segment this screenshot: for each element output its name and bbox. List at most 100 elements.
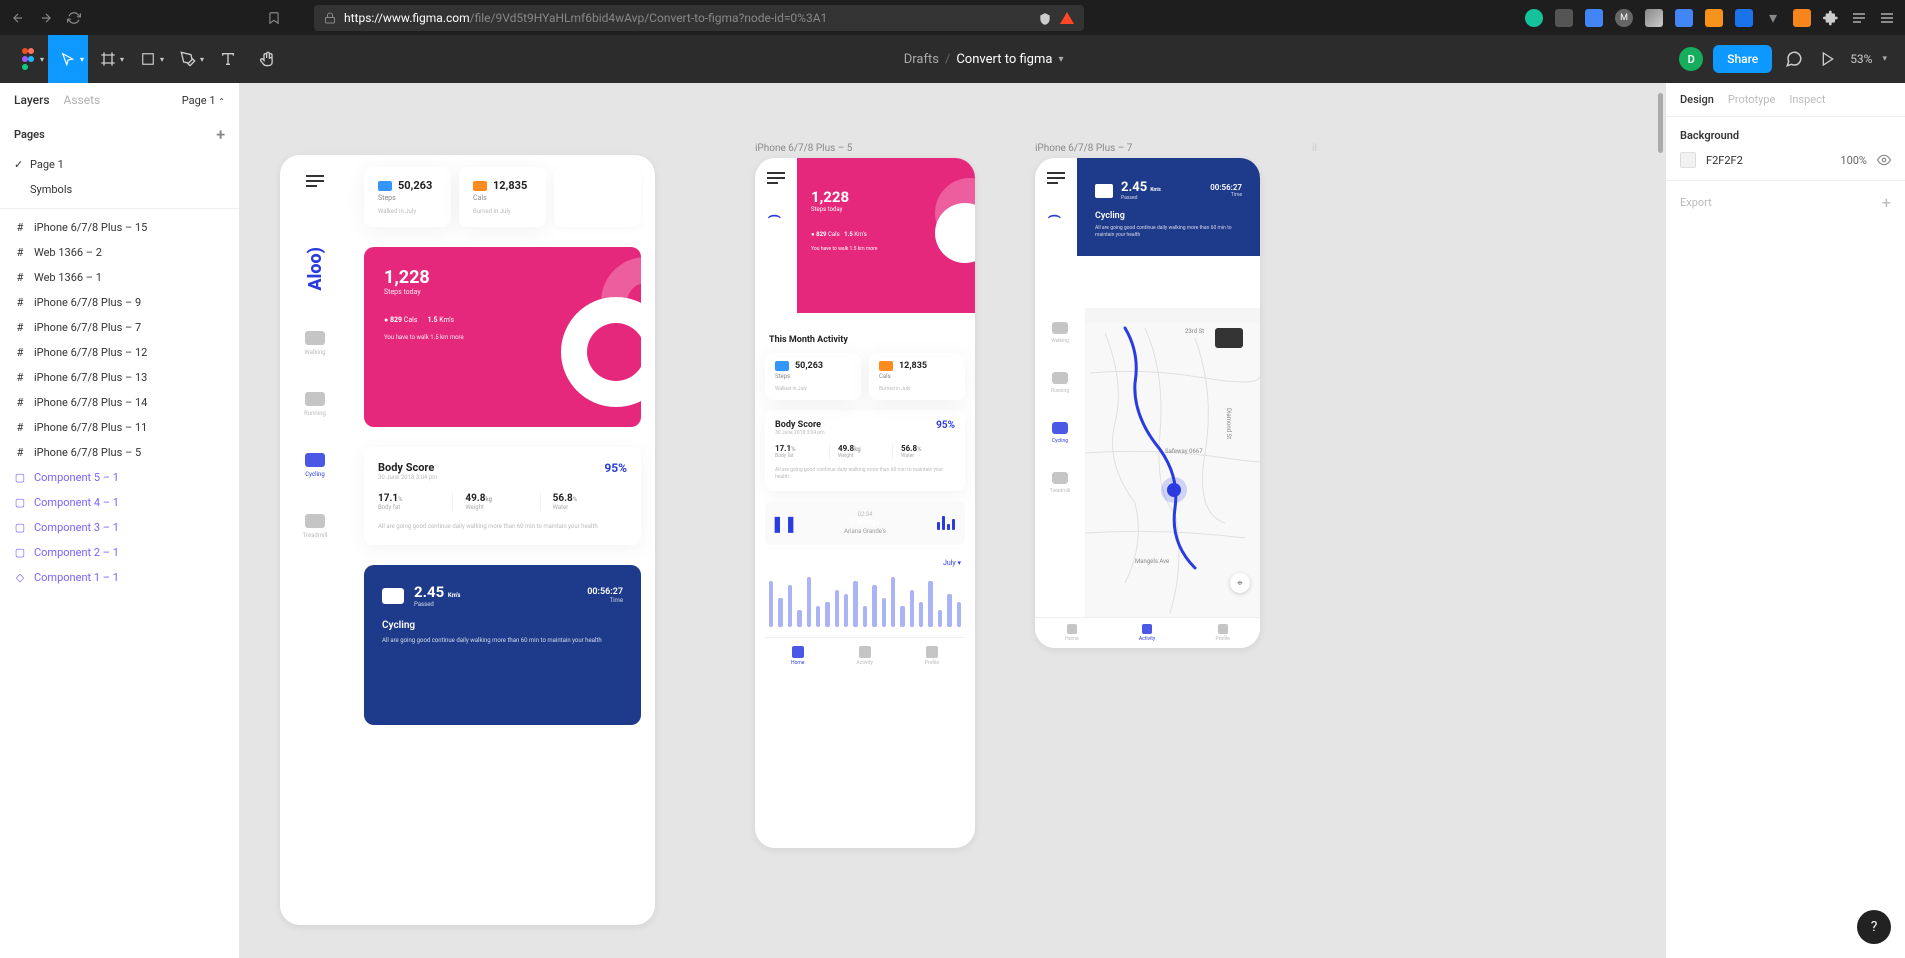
brave-shield-icon[interactable]	[1038, 11, 1052, 25]
back-button[interactable]	[10, 10, 26, 26]
layer-item[interactable]: ◇Component 1 – 1	[0, 565, 239, 590]
zoom-level[interactable]: 53%	[1850, 52, 1872, 66]
help-button[interactable]: ?	[1857, 910, 1891, 944]
body-score-card[interactable]: Body Score30 June 2018 3:04 pm 95% 17.1%…	[364, 447, 641, 545]
menu-button[interactable]	[1879, 10, 1895, 26]
map-area[interactable]: ⌖ 23rd St Safeway 0667 Mangels Ave Diamo…	[1085, 308, 1260, 648]
ext-icon-3[interactable]	[1585, 9, 1603, 27]
tabs-button[interactable]	[1851, 10, 1867, 26]
layer-item[interactable]: ▢Component 3 – 1	[0, 515, 239, 540]
tab-profile[interactable]: Profile	[925, 646, 939, 666]
ext-icon-8[interactable]	[1735, 9, 1753, 27]
tab-profile[interactable]: Profile	[1216, 624, 1230, 642]
layer-item[interactable]: #iPhone 6/7/8 Plus – 9	[0, 290, 239, 315]
cals-card[interactable]: 12,835 Cals Burned in July	[459, 167, 546, 227]
url-bar[interactable]: https://www.figma.com/file/9Vd5t9HYaHLmf…	[314, 5, 1084, 31]
tab-activity[interactable]: Activity	[856, 646, 872, 666]
music-player-card[interactable]: ❚❚ 02:34 7 Rings Ariana Grande's	[765, 501, 965, 545]
tab-activity[interactable]: Activity	[1139, 624, 1155, 642]
layers-tab[interactable]: Layers	[14, 93, 50, 107]
nav-walking[interactable]: Walking	[1051, 322, 1069, 344]
layer-item[interactable]: ▢Component 4 – 1	[0, 490, 239, 515]
artboard-mobile-5[interactable]: Aloo) 1,228 Steps today ● 829 Cals 1.5 K…	[755, 158, 975, 848]
steps-card[interactable]: 50,263 Steps Walked in July	[765, 353, 861, 400]
ext-icon-1[interactable]	[1525, 9, 1543, 27]
frame-label-7[interactable]: iPhone 6/7/8 Plus – 7	[1035, 143, 1132, 154]
ext-icon-10[interactable]	[1793, 9, 1811, 27]
drafts-label[interactable]: Drafts	[904, 52, 939, 67]
bg-color-swatch[interactable]	[1680, 152, 1696, 168]
frame-tool[interactable]: ▾	[88, 35, 128, 83]
ext-icon-7[interactable]	[1705, 9, 1723, 27]
file-name[interactable]: Convert to figma	[956, 52, 1052, 67]
reload-button[interactable]	[66, 10, 82, 26]
text-tool[interactable]	[208, 35, 248, 83]
ext-icon-5[interactable]	[1645, 9, 1663, 27]
frame-label-5[interactable]: iPhone 6/7/8 Plus – 5	[755, 143, 852, 154]
map-locate-button[interactable]: ⌖	[1230, 573, 1250, 593]
body-score-card[interactable]: Body Score30 June 2018 3:04 pm 95% 17.1%…	[765, 410, 965, 491]
present-button[interactable]	[1816, 47, 1840, 71]
layer-item[interactable]: #iPhone 6/7/8 Plus – 15	[0, 215, 239, 240]
ext-icon-6[interactable]	[1675, 9, 1693, 27]
layer-item[interactable]: #Web 1366 – 1	[0, 265, 239, 290]
layer-item[interactable]: #iPhone 6/7/8 Plus – 11	[0, 415, 239, 440]
nav-cycling[interactable]: Cycling	[1052, 422, 1068, 444]
page-item[interactable]: Page 1	[0, 152, 239, 177]
design-tab[interactable]: Design	[1680, 93, 1714, 106]
hand-tool[interactable]	[248, 35, 288, 83]
ext-icon-9[interactable]: ▾	[1765, 10, 1781, 26]
cals-card[interactable]: 12,835 Cals Burned in July	[869, 353, 965, 400]
move-tool[interactable]: ▾	[48, 35, 88, 83]
comments-button[interactable]	[1782, 47, 1806, 71]
prototype-tab[interactable]: Prototype	[1728, 93, 1775, 106]
extensions-button[interactable]	[1823, 10, 1839, 26]
add-page-button[interactable]: +	[216, 125, 225, 144]
layer-item[interactable]: #Web 1366 – 2	[0, 240, 239, 265]
pen-tool[interactable]: ▾	[168, 35, 208, 83]
menu-icon[interactable]	[1047, 172, 1065, 184]
pause-icon[interactable]: ❚❚	[775, 514, 793, 532]
layer-item[interactable]: ▢Component 5 – 1	[0, 465, 239, 490]
ext-icon-2[interactable]	[1555, 9, 1573, 27]
nav-cycling[interactable]: Cycling	[305, 453, 325, 478]
steps-hero-card[interactable]: 1,228 Steps today ● 829 Cals1.5 Km's You…	[364, 247, 641, 427]
user-avatar[interactable]: D	[1679, 47, 1703, 71]
cycling-card[interactable]: 2.45 Km'sPassed 00:56:27Time Cycling All…	[364, 565, 641, 725]
layer-item[interactable]: #iPhone 6/7/8 Plus – 12	[0, 340, 239, 365]
canvas-scrollbar[interactable]	[1658, 93, 1663, 153]
nav-running[interactable]: Running	[304, 392, 326, 417]
page-item[interactable]: Symbols	[0, 177, 239, 202]
nav-treadmill[interactable]: Treadmill	[1050, 472, 1071, 494]
timing-month-selector[interactable]: July ▾	[943, 559, 961, 569]
bg-opacity-value[interactable]: 100%	[1840, 154, 1867, 167]
zoom-chevron-icon[interactable]: ▾	[1882, 54, 1887, 64]
figma-menu-button[interactable]: ▾	[8, 35, 48, 83]
forward-button[interactable]	[38, 10, 54, 26]
layer-item[interactable]: #iPhone 6/7/8 Plus – 13	[0, 365, 239, 390]
nav-walking[interactable]: Walking	[304, 331, 325, 356]
ext-icon-4[interactable]: M	[1615, 9, 1633, 27]
brave-rewards-icon[interactable]	[1060, 12, 1074, 24]
file-chevron-icon[interactable]: ▾	[1058, 54, 1063, 65]
artboard-mobile-7[interactable]: Aloo) 2.45 Km'sPassed 00:56:27Time Cycli…	[1035, 158, 1260, 648]
add-export-button[interactable]: +	[1882, 193, 1891, 212]
layer-item[interactable]: #iPhone 6/7/8 Plus – 7	[0, 315, 239, 340]
layer-item[interactable]: #iPhone 6/7/8 Plus – 14	[0, 390, 239, 415]
layer-item[interactable]: ▢Component 2 – 1	[0, 540, 239, 565]
share-button[interactable]: Share	[1713, 45, 1772, 73]
bg-hex-value[interactable]: F2F2F2	[1706, 154, 1743, 167]
page-selector[interactable]: Page 1 ⌃	[182, 94, 225, 107]
inspect-tab[interactable]: Inspect	[1789, 93, 1825, 106]
steps-hero-card[interactable]: 1,228 Steps today ● 829 Cals 1.5 Km's Yo…	[797, 158, 975, 313]
canvas[interactable]: Aloo) Walking Running Cycling Treadmill …	[240, 83, 1665, 958]
nav-treadmill[interactable]: Treadmill	[303, 514, 328, 539]
artboard-main[interactable]: Aloo) Walking Running Cycling Treadmill …	[280, 155, 655, 925]
tab-home[interactable]: Home	[1065, 624, 1078, 642]
shape-tool[interactable]: ▾	[128, 35, 168, 83]
bookmark-button[interactable]	[266, 10, 282, 26]
visibility-toggle-icon[interactable]	[1877, 153, 1891, 167]
menu-icon[interactable]	[767, 172, 785, 184]
tab-home[interactable]: Home	[791, 646, 804, 666]
nav-running[interactable]: Running	[1051, 372, 1069, 394]
